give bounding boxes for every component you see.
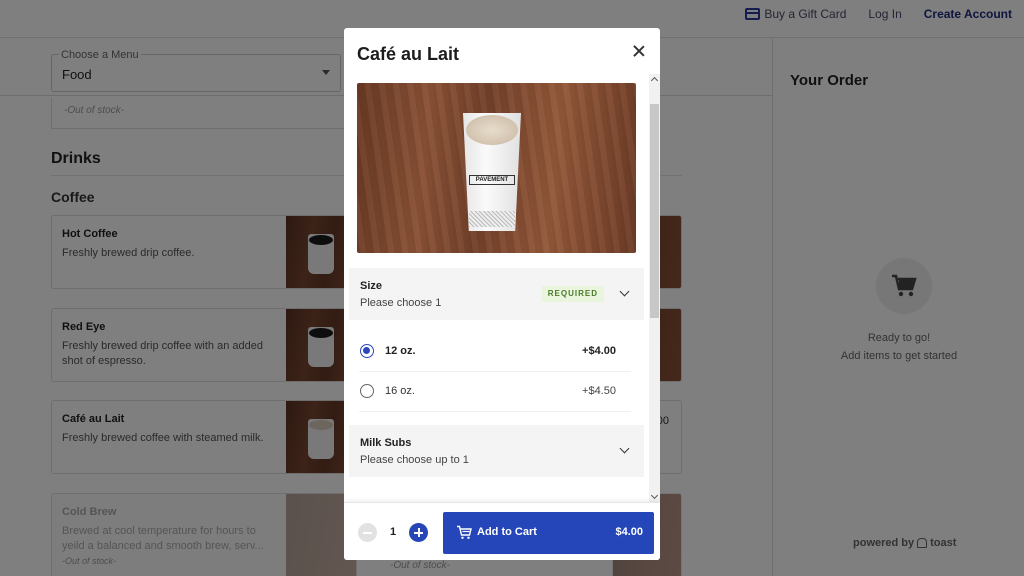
quantity-increase-button[interactable] [409, 523, 428, 542]
radio-unselected[interactable] [360, 384, 374, 398]
group-name: Size [360, 280, 383, 292]
required-badge: REQUIRED [541, 286, 604, 302]
option-name: 16 oz. [385, 385, 415, 397]
add-to-cart-button[interactable]: Add to Cart $4.00 [443, 512, 654, 554]
quantity-decrease-button[interactable] [358, 523, 377, 542]
cup-image: PAVEMENT [463, 113, 521, 231]
option-price: +$4.50 [582, 385, 616, 397]
add-to-cart-label: Add to Cart [477, 526, 537, 538]
modal-footer: 1 Add to Cart $4.00 [344, 502, 660, 560]
group-subtitle: Please choose up to 1 [360, 454, 469, 466]
option-price: +$4.00 [582, 345, 616, 357]
modifier-group-size[interactable]: Size Please choose 1 REQUIRED [349, 268, 644, 320]
option-12oz[interactable]: 12 oz. +$4.00 [359, 332, 631, 372]
chevron-down-icon[interactable] [619, 286, 630, 297]
radio-selected[interactable] [360, 344, 374, 358]
quantity-value: 1 [389, 526, 397, 538]
modal-scrollbar[interactable] [649, 74, 660, 502]
close-icon[interactable] [630, 42, 648, 60]
modifier-group-milk-subs[interactable]: Milk Subs Please choose up to 1 [349, 425, 644, 477]
modal-title: Café au Lait [357, 44, 460, 64]
cart-icon [456, 525, 472, 545]
option-16oz[interactable]: 16 oz. +$4.50 [359, 372, 631, 412]
item-modal: Café au Lait PAVEMENT Size Please choose… [344, 28, 660, 560]
modal-scroll-area: PAVEMENT Size Please choose 1 REQUIRED 1… [344, 74, 660, 502]
option-name: 12 oz. [385, 345, 416, 357]
scroll-up-icon[interactable] [650, 76, 659, 85]
chevron-down-icon[interactable] [619, 443, 630, 454]
item-hero-image: PAVEMENT [357, 83, 636, 253]
group-subtitle: Please choose 1 [360, 297, 442, 309]
scrollbar-thumb[interactable] [650, 104, 659, 318]
cup-brand: PAVEMENT [469, 175, 515, 185]
group-name: Milk Subs [360, 437, 412, 449]
add-to-cart-total: $4.00 [615, 526, 643, 538]
scroll-down-icon[interactable] [650, 491, 659, 500]
